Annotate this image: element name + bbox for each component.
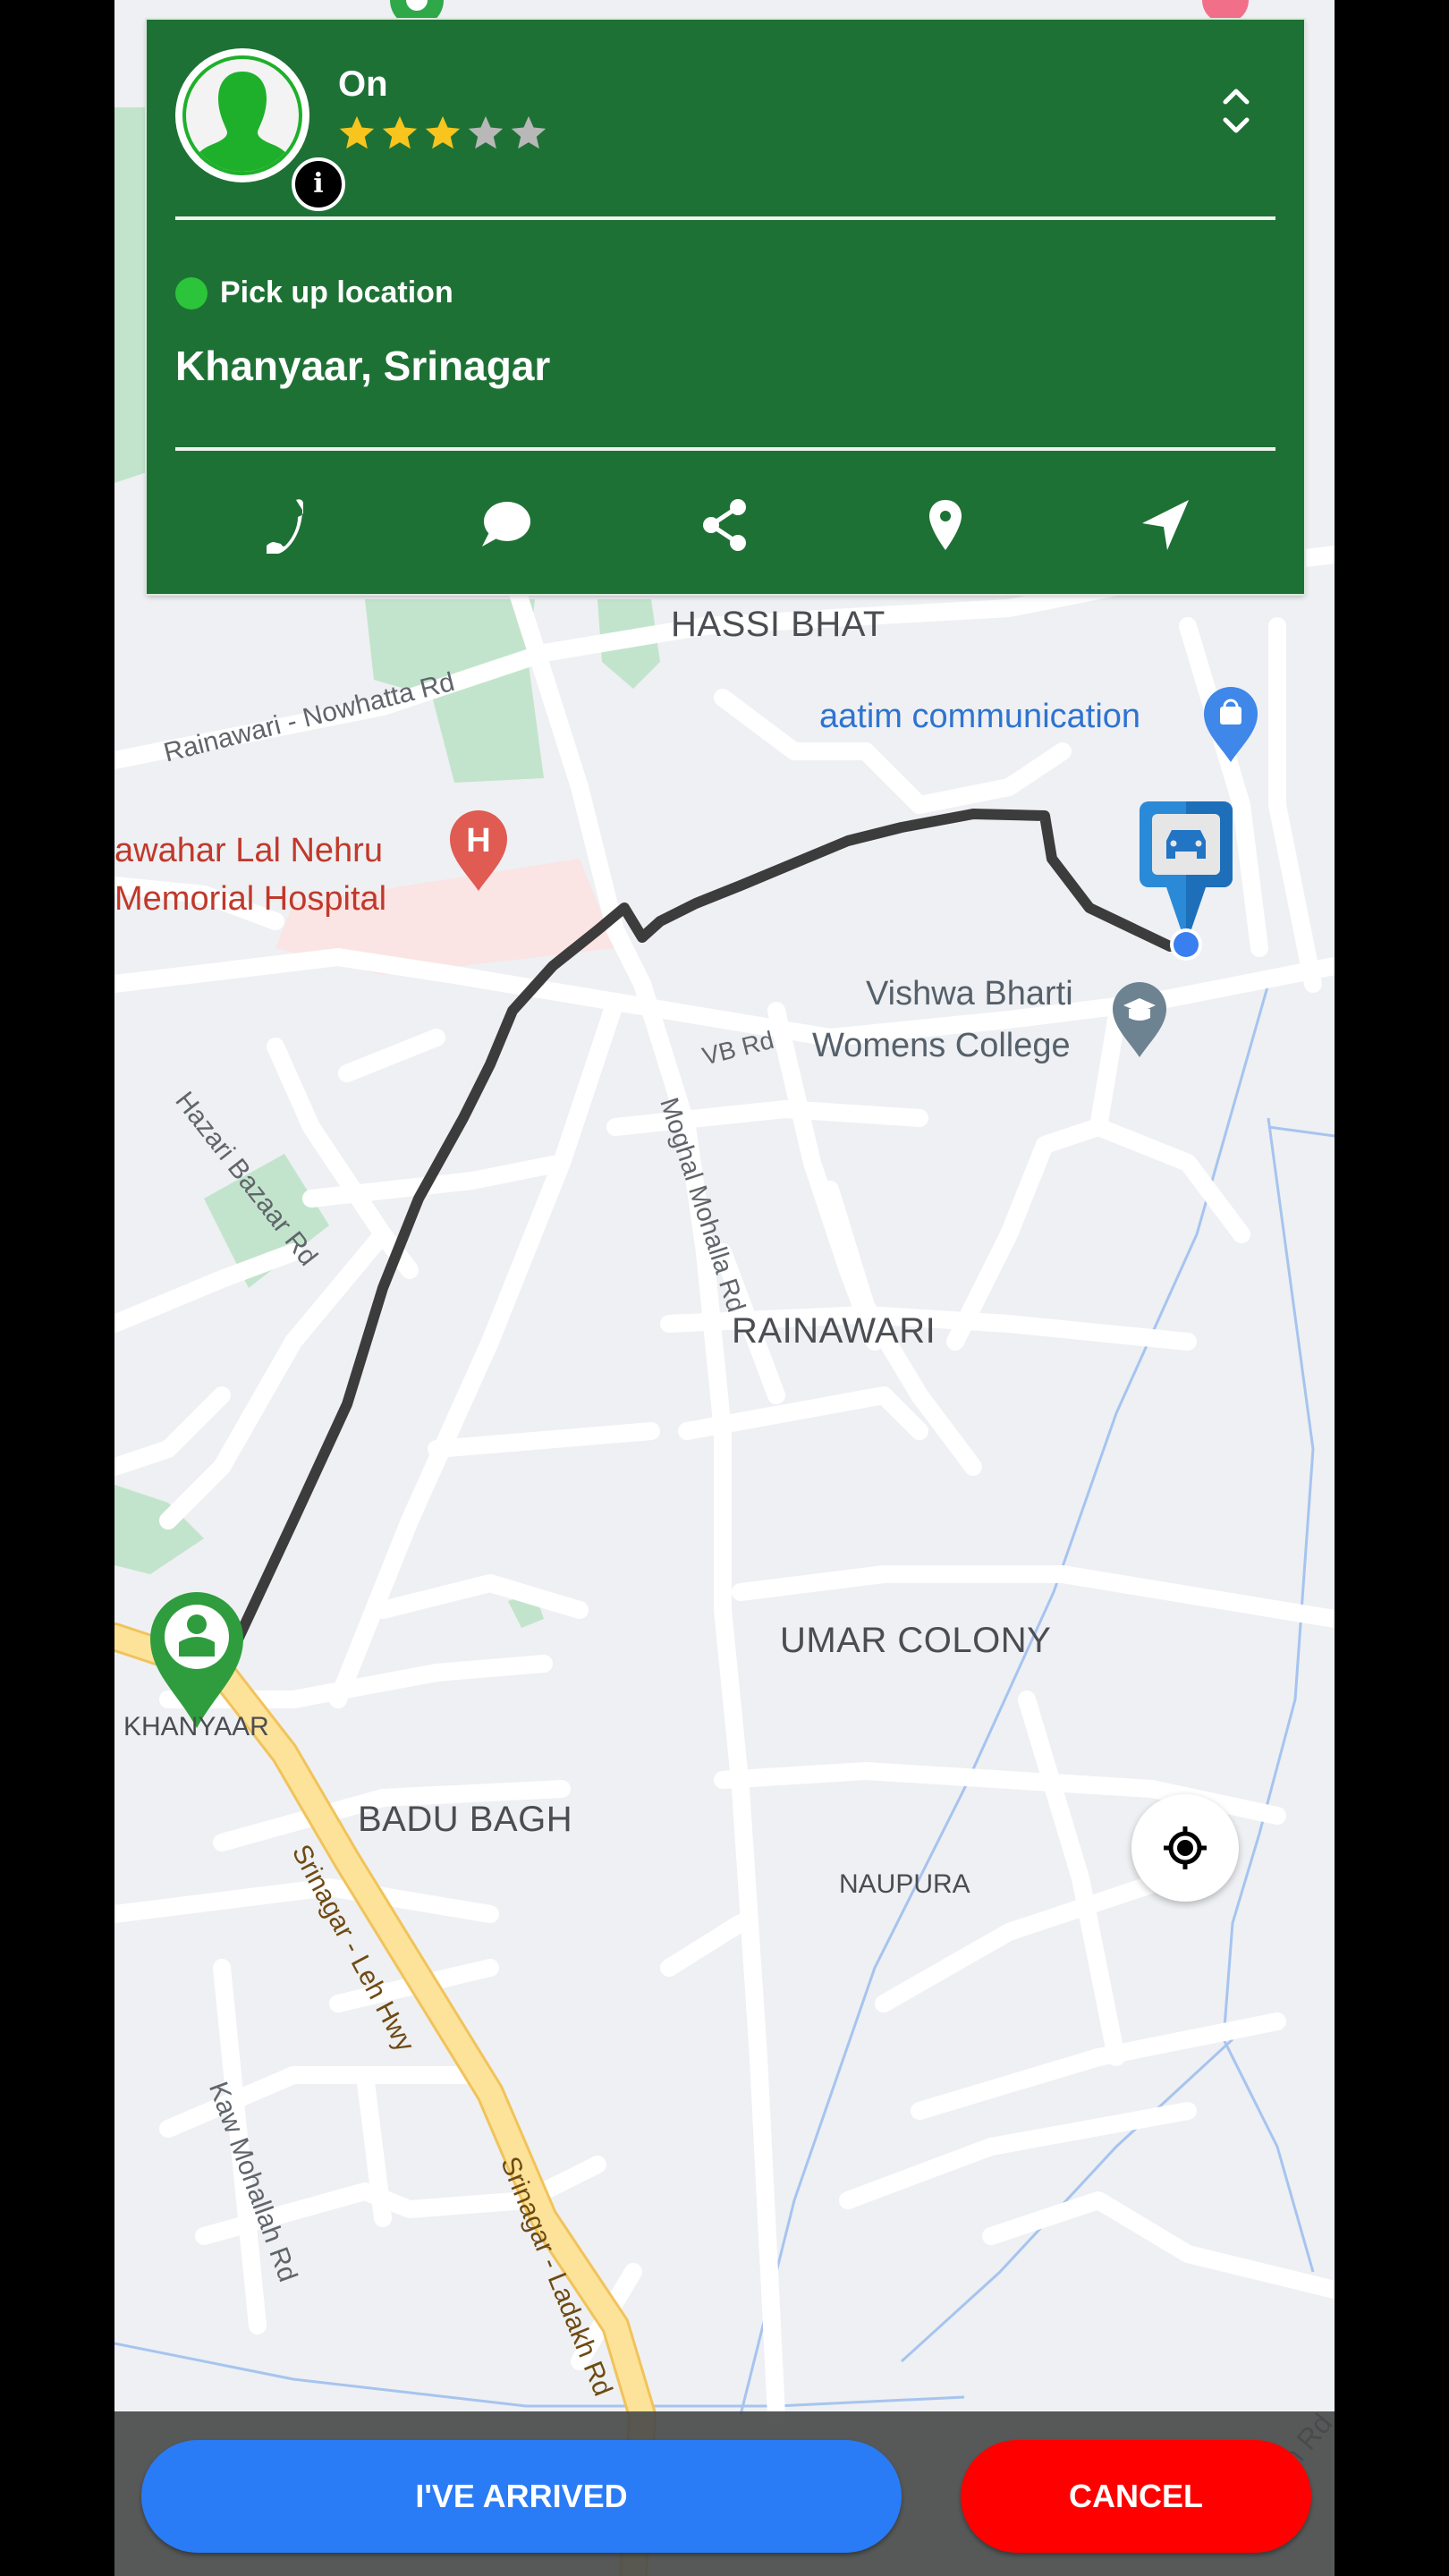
driver-name: On xyxy=(338,64,388,104)
navigate-button[interactable] xyxy=(1125,485,1206,565)
card-divider-bottom xyxy=(175,447,1275,451)
driver-avatar[interactable]: i xyxy=(175,48,345,211)
map-label-khanyaar: KHANYAAR xyxy=(123,1712,269,1741)
map-label-rainawari: RAINAWARI xyxy=(732,1311,936,1351)
phone-icon xyxy=(267,499,303,554)
call-button[interactable] xyxy=(245,485,326,565)
my-location-button[interactable] xyxy=(1131,1794,1239,1902)
map-pin-icon xyxy=(929,500,962,550)
info-icon[interactable]: i xyxy=(292,157,345,211)
map-label-umar-colony: UMAR COLONY xyxy=(780,1621,1052,1660)
my-location-icon xyxy=(1164,1826,1207,1869)
map-label-naupura: NAUPURA xyxy=(839,1869,970,1899)
share-button[interactable] xyxy=(685,485,766,565)
location-button[interactable] xyxy=(905,485,986,565)
star-empty-icon xyxy=(468,115,504,149)
navigation-arrow-icon xyxy=(1142,500,1189,550)
map-label-hassi-bhat: HASSI BHAT xyxy=(671,605,886,644)
chevron-up-down-icon[interactable] xyxy=(1218,82,1254,140)
star-filled-icon xyxy=(382,115,418,149)
card-divider-top xyxy=(175,216,1275,220)
pickup-status-dot xyxy=(175,277,208,309)
share-icon xyxy=(703,499,746,551)
person-silhouette-icon xyxy=(191,72,293,172)
chat-bubble-icon xyxy=(482,502,530,547)
pickup-address: Khanyaar, Srinagar xyxy=(175,343,551,389)
action-bar xyxy=(175,485,1275,565)
trip-info-card: i On Pick up location Khanyaar, Srinagar xyxy=(147,20,1304,594)
driver-rating xyxy=(336,113,549,154)
message-button[interactable] xyxy=(465,485,546,565)
star-empty-icon xyxy=(511,115,547,149)
star-filled-icon xyxy=(339,115,375,149)
svg-text:H: H xyxy=(466,822,490,860)
bottom-action-bar: I'VE ARRIVED CANCEL xyxy=(114,2411,1335,2576)
map-label-badu-bagh: BADU BAGH xyxy=(358,1800,573,1839)
star-filled-icon xyxy=(425,115,461,149)
map-label-hospital-line2: Memorial Hospital xyxy=(114,880,387,918)
arrived-button[interactable]: I'VE ARRIVED xyxy=(141,2440,902,2553)
map-label-aatim: aatim communication xyxy=(819,698,1141,735)
cancel-button[interactable]: CANCEL xyxy=(961,2440,1311,2553)
map-label-vishwa-line1: Vishwa Bharti xyxy=(866,975,1073,1013)
map-label-hospital-line1: awahar Lal Nehru xyxy=(114,832,383,869)
pickup-label: Pick up location xyxy=(220,275,453,309)
phone-screen: H HASSI BHAT Rainawari - Nowhatta Rd aat… xyxy=(114,0,1335,2576)
map-label-vishwa-line2: Womens College xyxy=(812,1027,1071,1064)
